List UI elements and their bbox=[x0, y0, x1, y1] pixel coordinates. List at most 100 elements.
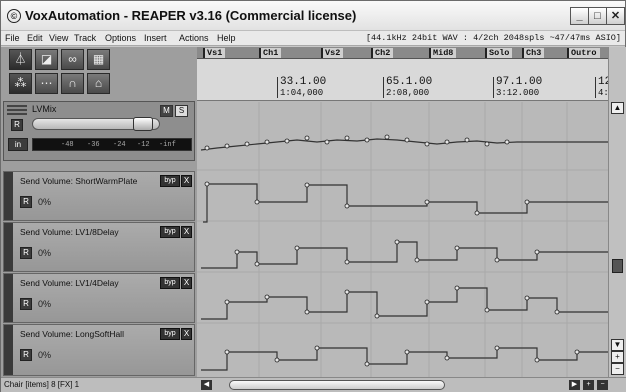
envelope-name: Send Volume: LV1/8Delay bbox=[20, 227, 119, 237]
vertical-scroll-thumb[interactable] bbox=[612, 259, 623, 273]
track-grip-icon[interactable] bbox=[7, 105, 27, 115]
zoom-out-horizontal-button[interactable]: − bbox=[597, 380, 608, 390]
volume-fader[interactable] bbox=[32, 117, 160, 131]
zoom-in-vertical-button[interactable]: + bbox=[611, 351, 624, 363]
ruler-bar: 65.1.00 bbox=[386, 76, 433, 88]
meter-label: -36 bbox=[87, 141, 100, 149]
level-meter: -48 -36 -24 -12 -inf bbox=[32, 138, 192, 151]
envelope-value: 0% bbox=[38, 299, 52, 309]
lock-icon[interactable]: ⌂ bbox=[87, 73, 110, 94]
meter-label: -24 bbox=[113, 141, 126, 149]
marker-bar[interactable]: Vs1 Ch1 Vs2 Ch2 Mid8 Solo Ch3 Outro bbox=[197, 47, 626, 59]
timeline-ruler[interactable]: 33.1.00 1:04,000 65.1.00 2:08,000 97.1.0… bbox=[197, 59, 626, 101]
close-envelope-button[interactable]: X bbox=[181, 175, 192, 187]
scroll-down-button[interactable]: ▼ bbox=[611, 339, 624, 351]
menu-file[interactable]: File bbox=[5, 33, 20, 43]
track-control-panel: ⏃ ◪ ∞ ▦ ⁂ ⋯ ∩ ⌂ LVMix M S R in -48 -36 -… bbox=[1, 47, 197, 377]
vertical-scrollbar[interactable]: ▲ ▼ + − bbox=[608, 47, 626, 377]
grid-icon[interactable]: ▦ bbox=[87, 49, 110, 70]
envelope-value: 0% bbox=[38, 350, 52, 360]
ruler-time: 1:04,000 bbox=[280, 88, 324, 98]
close-button[interactable]: ✕ bbox=[606, 7, 625, 25]
close-envelope-button[interactable]: X bbox=[181, 277, 192, 289]
envelope-curve-longsofthall bbox=[201, 347, 608, 371]
scroll-left-button[interactable]: ◀ bbox=[201, 380, 212, 390]
loop-icon[interactable]: ∩ bbox=[61, 73, 84, 94]
mute-button[interactable]: M bbox=[160, 105, 173, 117]
bypass-button[interactable]: byp bbox=[160, 277, 180, 289]
ruler-time: 2:08,000 bbox=[386, 88, 430, 98]
envelope-color-bar bbox=[4, 172, 13, 220]
meter-input-button[interactable]: in bbox=[8, 138, 28, 151]
marker[interactable]: Ch3 bbox=[522, 48, 545, 58]
envelope-lane-header[interactable]: Send Volume: ShortWarmPlate byp X R 0% bbox=[3, 171, 195, 221]
menu-bar: File Edit View Track Options Insert Acti… bbox=[1, 31, 625, 46]
toolbar: ⏃ ◪ ∞ ▦ ⁂ ⋯ ∩ ⌂ bbox=[9, 49, 111, 99]
track-name[interactable]: LVMix bbox=[32, 104, 56, 114]
envelope-name: Send Volume: LV1/4Delay bbox=[20, 278, 119, 288]
marker[interactable]: Mid8 bbox=[429, 48, 457, 58]
window-title: VoxAutomation - REAPER v3.16 (Commercial… bbox=[25, 8, 357, 23]
bypass-button[interactable]: byp bbox=[160, 175, 180, 187]
close-envelope-button[interactable]: X bbox=[181, 226, 192, 238]
horizontal-scroll-thumb[interactable] bbox=[229, 380, 445, 390]
marker[interactable]: Ch2 bbox=[371, 48, 394, 58]
envelope-curve-lv18delay bbox=[201, 241, 608, 269]
marker[interactable]: Outro bbox=[567, 48, 600, 58]
solo-button[interactable]: S bbox=[175, 105, 188, 117]
bypass-button[interactable]: byp bbox=[160, 328, 180, 340]
horizontal-scrollbar[interactable]: ◀ ▶ + − bbox=[197, 377, 626, 392]
fader-handle[interactable] bbox=[133, 117, 153, 131]
envelope-color-bar bbox=[4, 223, 13, 271]
marker[interactable]: Solo bbox=[485, 48, 513, 58]
envelope-curve-shortwarmplate bbox=[203, 183, 608, 223]
envelope-curve-master bbox=[200, 138, 608, 151]
menu-edit[interactable]: Edit bbox=[27, 33, 43, 43]
scroll-up-button[interactable]: ▲ bbox=[611, 102, 624, 114]
menu-track[interactable]: Track bbox=[74, 33, 96, 43]
envelope-lane-header[interactable]: Send Volume: LongSoftHall byp X R 0% bbox=[3, 324, 195, 376]
record-arm-button[interactable]: R bbox=[11, 119, 23, 131]
envelope-value: 0% bbox=[38, 248, 52, 258]
menu-help[interactable]: Help bbox=[217, 33, 236, 43]
snap-icon[interactable]: ⁂ bbox=[9, 73, 32, 94]
ruler-bar: 97.1.00 bbox=[496, 76, 543, 88]
menu-view[interactable]: View bbox=[49, 33, 68, 43]
envelope-color-bar bbox=[4, 325, 13, 375]
title-bar[interactable]: © VoxAutomation - REAPER v3.16 (Commerci… bbox=[1, 1, 625, 31]
crossfade-icon[interactable]: ⋯ bbox=[35, 73, 58, 94]
envelope-icon[interactable]: ◪ bbox=[35, 49, 58, 70]
scroll-right-button[interactable]: ▶ bbox=[569, 380, 580, 390]
envelope-arm-button[interactable]: R bbox=[20, 349, 32, 361]
marker[interactable]: Vs1 bbox=[203, 48, 226, 58]
track-lvmix[interactable]: LVMix M S R in -48 -36 -24 -12 -inf bbox=[3, 101, 195, 161]
menu-insert[interactable]: Insert bbox=[144, 33, 167, 43]
envelope-value: 0% bbox=[38, 197, 52, 207]
meter-label: -inf bbox=[159, 141, 176, 149]
maximize-button[interactable]: □ bbox=[588, 7, 607, 25]
envelope-lane-header[interactable]: Send Volume: LV1/4Delay byp X R 0% bbox=[3, 273, 195, 323]
item-fx-count: Chair [items] 8 [FX] 1 bbox=[4, 380, 80, 389]
zoom-in-horizontal-button[interactable]: + bbox=[583, 380, 594, 390]
menu-options[interactable]: Options bbox=[105, 33, 136, 43]
ruler-label: 65.1.00 2:08,000 bbox=[383, 77, 432, 98]
envelope-lanes[interactable] bbox=[197, 102, 608, 377]
metronome-icon[interactable]: ⏃ bbox=[9, 49, 32, 70]
bypass-button[interactable]: byp bbox=[160, 226, 180, 238]
meter-label: -48 bbox=[61, 141, 74, 149]
zoom-out-vertical-button[interactable]: − bbox=[611, 363, 624, 375]
envelope-arm-button[interactable]: R bbox=[20, 247, 32, 259]
marker[interactable]: Vs2 bbox=[321, 48, 344, 58]
reaper-window: © VoxAutomation - REAPER v3.16 (Commerci… bbox=[0, 0, 626, 392]
ruler-time: 3:12.000 bbox=[496, 88, 540, 98]
envelope-arm-button[interactable]: R bbox=[20, 196, 32, 208]
arrange-view[interactable]: Vs1 Ch1 Vs2 Ch2 Mid8 Solo Ch3 Outro 33.1… bbox=[197, 47, 626, 377]
envelope-arm-button[interactable]: R bbox=[20, 298, 32, 310]
close-envelope-button[interactable]: X bbox=[181, 328, 192, 340]
menu-actions[interactable]: Actions bbox=[179, 33, 209, 43]
envelope-color-bar bbox=[4, 274, 13, 322]
link-icon[interactable]: ∞ bbox=[61, 49, 84, 70]
envelope-lane-header[interactable]: Send Volume: LV1/8Delay byp X R 0% bbox=[3, 222, 195, 272]
minimize-button[interactable]: _ bbox=[570, 7, 589, 25]
marker[interactable]: Ch1 bbox=[259, 48, 282, 58]
